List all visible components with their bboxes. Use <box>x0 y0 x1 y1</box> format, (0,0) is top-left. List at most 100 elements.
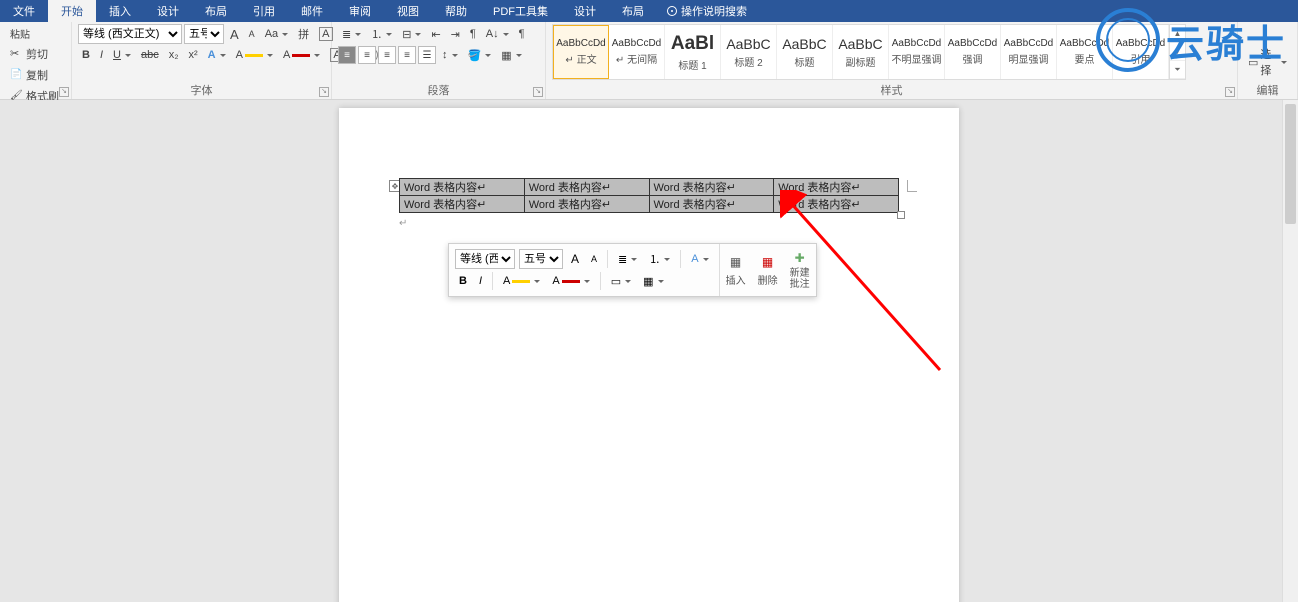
mini-font-color[interactable]: A <box>548 273 593 289</box>
italic-button[interactable]: I <box>96 47 107 63</box>
mini-shading[interactable]: ▭ <box>607 273 635 290</box>
align-justify-button[interactable]: ≡ <box>398 46 416 64</box>
multilevel-button[interactable]: ⊟ <box>398 26 425 43</box>
mini-insert-button[interactable]: ▦ 插入 <box>720 244 752 296</box>
tab-insert[interactable]: 插入 <box>96 0 144 22</box>
style-item[interactable]: AaBbCcDd不明显强调 <box>889 25 945 79</box>
style-name: 引用 <box>1131 51 1151 66</box>
line-spacing-button[interactable]: ↕ <box>438 47 462 63</box>
tab-layout[interactable]: 布局 <box>192 0 240 22</box>
cut-button[interactable]: 剪切 <box>6 44 63 64</box>
mini-highlight[interactable]: A <box>499 273 544 289</box>
style-item[interactable]: AaBbC副标题 <box>833 25 889 79</box>
table-row[interactable]: Word 表格内容↵ Word 表格内容↵ Word 表格内容↵ Word 表格… <box>400 196 899 213</box>
mini-italic[interactable]: I <box>475 273 486 289</box>
table-cell[interactable]: Word 表格内容↵ <box>649 179 774 196</box>
tab-view[interactable]: 视图 <box>384 0 432 22</box>
table-cell[interactable]: Word 表格内容↵ <box>774 179 899 196</box>
vertical-scrollbar[interactable] <box>1282 100 1298 602</box>
font-name-select[interactable]: 等线 (西文正文) <box>78 24 182 44</box>
style-item[interactable]: AaBbC标题 2 <box>721 25 777 79</box>
tab-file[interactable]: 文件 <box>0 0 48 22</box>
mini-bold[interactable]: B <box>455 273 471 289</box>
table-cell[interactable]: Word 表格内容↵ <box>400 196 525 213</box>
mini-font-size[interactable]: 五号 <box>519 249 563 269</box>
style-item[interactable]: AaBl标题 1 <box>665 25 721 79</box>
tab-mailings[interactable]: 邮件 <box>288 0 336 22</box>
style-item[interactable]: AaBbC标题 <box>777 25 833 79</box>
tab-table-layout[interactable]: 布局 <box>609 0 657 22</box>
table-cell[interactable]: Word 表格内容↵ <box>774 196 899 213</box>
mini-new-comment-button[interactable]: ✚ 新建批注 <box>784 244 816 296</box>
tab-home[interactable]: 开始 <box>48 0 96 22</box>
mini-numbering[interactable]: ⒈ <box>645 249 674 269</box>
clipboard-launcher[interactable]: ↘ <box>59 87 69 97</box>
style-item[interactable]: AaBbCcDd引用 <box>1113 25 1169 79</box>
mini-insert-label: 插入 <box>726 272 746 287</box>
grow-font-button[interactable]: A <box>226 25 243 44</box>
style-item[interactable]: AaBbCcDd要点 <box>1057 25 1113 79</box>
table-resize-handle[interactable] <box>897 211 905 219</box>
change-case-button[interactable]: Aa <box>261 26 292 42</box>
mini-styles[interactable]: A <box>687 251 712 267</box>
style-item[interactable]: AaBbCcDd↵ 无间隔 <box>609 25 665 79</box>
style-gallery[interactable]: AaBbCcDd↵ 正文AaBbCcDd↵ 无间隔AaBl标题 1AaBbC标题… <box>552 24 1186 80</box>
phonetic-guide-button[interactable]: 拼 <box>294 24 313 44</box>
table-cell[interactable]: Word 表格内容↵ <box>524 196 649 213</box>
tab-references[interactable]: 引用 <box>240 0 288 22</box>
tab-review[interactable]: 审阅 <box>336 0 384 22</box>
font-size-select[interactable]: 五号 <box>184 24 224 44</box>
tab-help[interactable]: 帮助 <box>432 0 480 22</box>
align-right-button[interactable]: ≡ <box>378 46 396 64</box>
tab-design[interactable]: 设计 <box>144 0 192 22</box>
bold-button[interactable]: B <box>78 47 94 63</box>
sort-button[interactable]: A↓ <box>482 26 513 42</box>
cursor-icon: ▭ <box>1248 56 1258 69</box>
style-gallery-more[interactable]: ▲▼⏷ <box>1169 25 1185 79</box>
table-cell[interactable]: Word 表格内容↵ <box>400 179 525 196</box>
text-effects-button[interactable]: A <box>204 47 230 63</box>
mini-delete-button[interactable]: ▦ 删除 <box>752 244 784 296</box>
align-left-button[interactable]: ≡ <box>338 46 356 64</box>
font-launcher[interactable]: ↘ <box>319 87 329 97</box>
strike-button[interactable]: abc <box>137 47 163 63</box>
mini-shrink-font[interactable]: A <box>587 252 601 266</box>
mini-grow-font[interactable]: A <box>567 250 583 268</box>
style-item[interactable]: AaBbCcDd明显强调 <box>1001 25 1057 79</box>
scroll-thumb[interactable] <box>1285 104 1296 224</box>
mini-borders[interactable]: ▦ <box>639 273 667 290</box>
show-marks-button[interactable]: ¶ <box>515 26 529 42</box>
highlight-button[interactable]: A <box>232 47 277 63</box>
indent-decrease-button[interactable]: ⇤ <box>427 26 444 43</box>
tab-pdftool[interactable]: PDF工具集 <box>480 0 561 22</box>
mini-bullets[interactable]: ≣ <box>614 251 641 268</box>
copy-button[interactable]: 复制 <box>6 65 63 85</box>
document-table[interactable]: Word 表格内容↵ Word 表格内容↵ Word 表格内容↵ Word 表格… <box>399 178 899 213</box>
underline-button[interactable]: U <box>109 47 135 63</box>
style-item[interactable]: AaBbCcDd强调 <box>945 25 1001 79</box>
tab-table-design[interactable]: 设计 <box>561 0 609 22</box>
borders-button[interactable]: ▦ <box>497 47 525 64</box>
table-cell[interactable]: Word 表格内容↵ <box>649 196 774 213</box>
paragraph-launcher[interactable]: ↘ <box>533 87 543 97</box>
superscript-button[interactable]: x² <box>185 47 202 63</box>
select-button[interactable]: ▭ 选择 <box>1244 44 1291 80</box>
ltr-button[interactable]: ¶ <box>466 26 480 42</box>
styles-launcher[interactable]: ↘ <box>1225 87 1235 97</box>
subscript-button[interactable]: x₂ <box>165 47 183 63</box>
tell-me-search[interactable]: 操作说明搜索 <box>657 0 757 22</box>
indent-increase-button[interactable]: ⇥ <box>447 26 464 43</box>
table-cell[interactable]: Word 表格内容↵ <box>524 179 649 196</box>
paste-button[interactable]: 粘贴 <box>6 24 63 43</box>
numbering-button[interactable]: ⒈ <box>367 24 396 44</box>
shading-button[interactable]: 🪣 <box>464 47 496 64</box>
bullets-button[interactable]: ≣ <box>338 26 365 43</box>
align-center-button[interactable]: ≡ <box>358 46 376 64</box>
document-page[interactable]: ✥ Word 表格内容↵ Word 表格内容↵ Word 表格内容↵ Word … <box>339 108 959 602</box>
font-color-button[interactable]: A <box>279 47 324 63</box>
distribute-button[interactable]: ☰ <box>418 46 436 64</box>
shrink-font-button[interactable]: A <box>245 27 259 41</box>
style-item[interactable]: AaBbCcDd↵ 正文 <box>553 25 609 79</box>
mini-font-name[interactable]: 等线 (西 <box>455 249 515 269</box>
table-row[interactable]: Word 表格内容↵ Word 表格内容↵ Word 表格内容↵ Word 表格… <box>400 179 899 196</box>
